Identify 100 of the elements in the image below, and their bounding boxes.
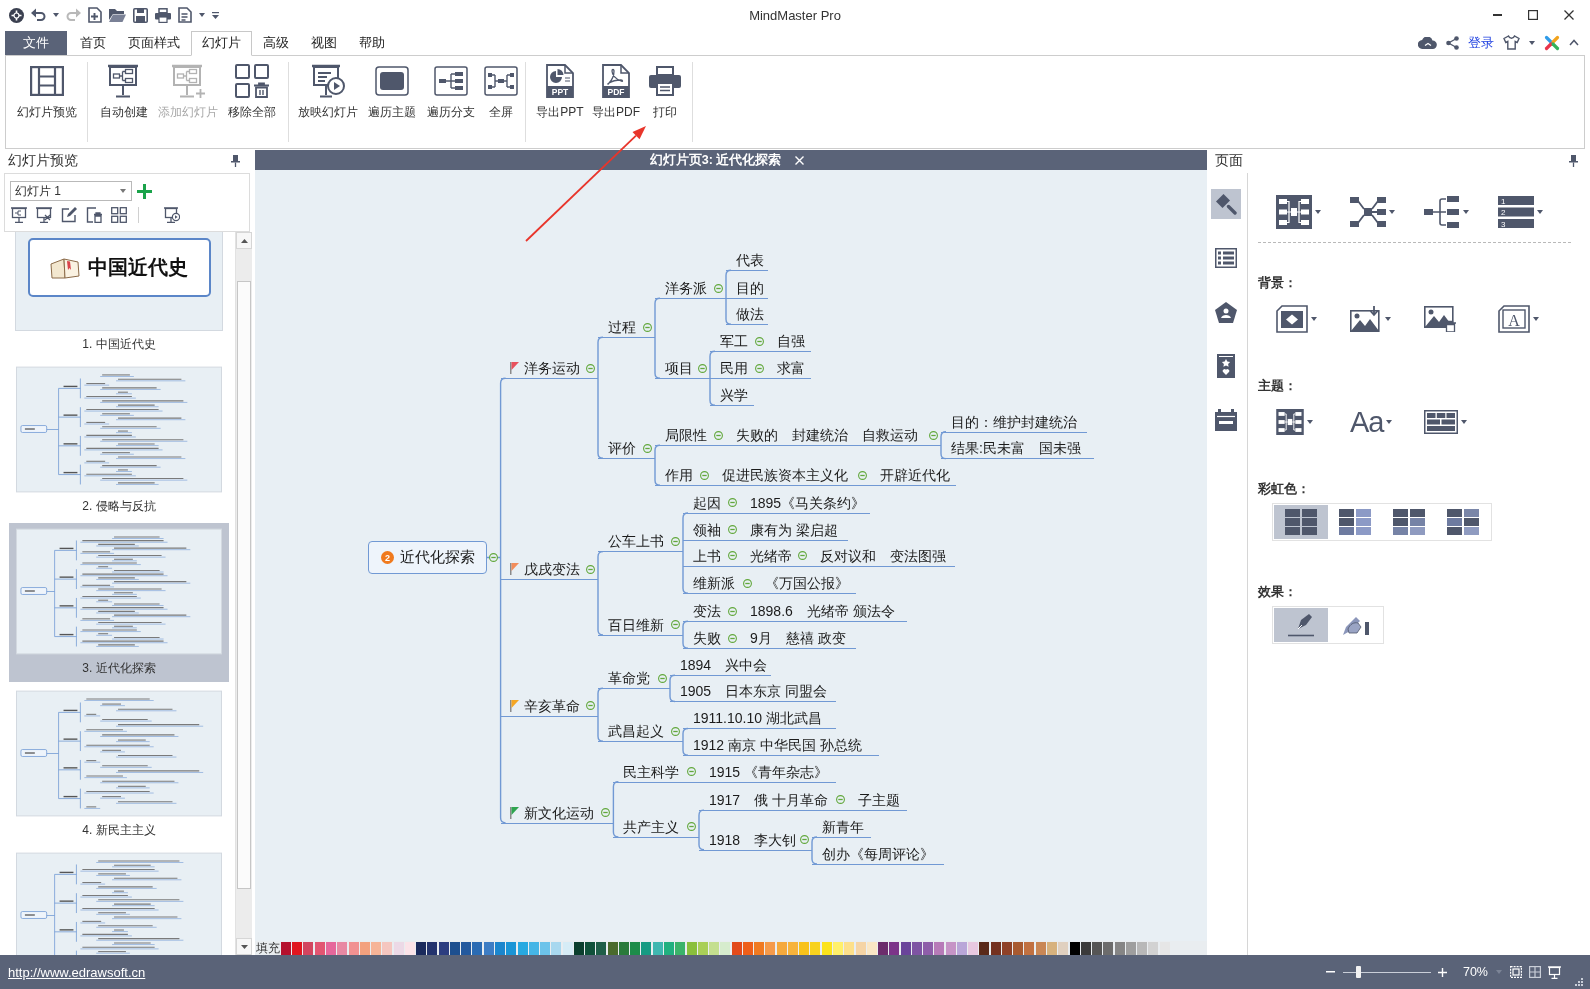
ribbon-tab[interactable]: 高级	[252, 31, 300, 56]
grid-trash-icon[interactable]	[235, 64, 269, 98]
caret-icon[interactable]	[1461, 420, 1467, 424]
collapse-icon[interactable]	[671, 620, 680, 630]
topic[interactable]: 1912 南京 中华民国 孙总统	[683, 735, 879, 756]
caret-icon[interactable]	[1529, 40, 1535, 45]
color-swatch[interactable]	[573, 941, 584, 955]
topic[interactable]: 变法	[683, 601, 740, 622]
color-swatch[interactable]	[483, 941, 494, 955]
collapse-icon[interactable]	[755, 336, 764, 346]
collapse-icon[interactable]	[755, 363, 764, 373]
scroll-down-button[interactable]	[236, 938, 252, 955]
collapse-icon[interactable]	[671, 726, 680, 736]
topic[interactable]: 1917 俄 十月革命	[699, 789, 848, 811]
caret-icon[interactable]	[53, 13, 59, 17]
map-layout-icon[interactable]	[1276, 195, 1312, 229]
collapse-icon[interactable]	[698, 363, 707, 373]
caret-icon[interactable]	[1389, 210, 1395, 214]
shirt-icon[interactable]	[1503, 35, 1520, 50]
easel-play-icon[interactable]	[311, 64, 345, 98]
topic[interactable]: 辛亥革命	[500, 695, 598, 717]
color-swatch[interactable]	[821, 941, 832, 955]
file-menu-button[interactable]: 文件	[5, 31, 67, 55]
topic[interactable]: 局限性	[655, 425, 726, 446]
color-swatch[interactable]	[1080, 941, 1091, 955]
new-file-icon[interactable]	[88, 7, 102, 23]
slide-dropdown[interactable]: 幻灯片 1	[10, 181, 132, 201]
edit-icon[interactable]	[61, 207, 77, 223]
app-logo-icon[interactable]	[9, 7, 24, 23]
color-swatch[interactable]	[754, 941, 765, 955]
scrollbar-thumb[interactable]	[237, 281, 251, 889]
color-swatch[interactable]	[303, 941, 314, 955]
color-swatch[interactable]	[652, 941, 663, 955]
topic[interactable]: 自强	[767, 331, 811, 352]
topic[interactable]: 过程	[598, 317, 655, 338]
color-swatch[interactable]	[911, 941, 922, 955]
caret-icon[interactable]	[1386, 420, 1393, 424]
color-swatch[interactable]	[799, 941, 810, 955]
color-swatch[interactable]	[979, 941, 990, 955]
collapse-icon[interactable]	[728, 525, 737, 535]
color-swatch[interactable]	[866, 941, 877, 955]
color-swatch[interactable]	[292, 941, 303, 955]
ribbon-button[interactable]: PDF 导出PDF	[590, 62, 642, 142]
caret-icon[interactable]	[1315, 210, 1321, 214]
color-swatch[interactable]	[438, 941, 449, 955]
collapse-icon[interactable]	[743, 578, 752, 588]
color-swatch[interactable]	[1148, 941, 1159, 955]
color-swatch[interactable]	[382, 941, 393, 955]
zoom-in-icon[interactable]	[1437, 967, 1447, 977]
collapse-icon[interactable]	[836, 795, 845, 805]
color-swatch[interactable]	[517, 941, 528, 955]
plus-icon[interactable]	[137, 183, 152, 199]
color-swatch[interactable]	[765, 941, 776, 955]
tree-layout-icon[interactable]	[1424, 195, 1460, 229]
collapse-icon[interactable]	[714, 430, 723, 440]
screen-frame-icon[interactable]	[375, 66, 409, 96]
color-swatch[interactable]	[596, 941, 607, 955]
ribbon-button[interactable]: 遍历分支	[421, 62, 481, 142]
color-swatch[interactable]	[956, 941, 967, 955]
color-swatch[interactable]	[449, 941, 460, 955]
color-swatch[interactable]	[697, 941, 708, 955]
topic[interactable]: 康有为 梁启超	[740, 519, 848, 541]
ribbon-button[interactable]: 全屏	[481, 62, 521, 142]
topic[interactable]: 目的：维护封建统治	[941, 411, 1087, 433]
ribbon-button[interactable]: 遍历主题	[363, 62, 421, 142]
text-frame-icon[interactable]: A	[1498, 305, 1530, 333]
pdf-document-icon[interactable]: PDF	[602, 64, 630, 98]
color-swatch[interactable]	[1024, 941, 1035, 955]
layout-button[interactable]: 1 2 3	[1498, 193, 1543, 231]
color-swatch[interactable]	[787, 941, 798, 955]
topic[interactable]: 1894 兴中会	[670, 655, 771, 676]
color-swatch[interactable]	[742, 941, 753, 955]
layout-button[interactable]	[1424, 193, 1469, 231]
slides-panel-icon[interactable]	[29, 66, 64, 96]
color-swatch[interactable]	[889, 941, 900, 955]
topic[interactable]: 1905 日本东京 同盟会	[670, 681, 836, 703]
color-swatch[interactable]	[495, 941, 505, 955]
topic[interactable]: 1918 李大钊	[699, 829, 812, 851]
document-trash-icon[interactable]	[86, 207, 102, 223]
color-swatch[interactable]	[664, 941, 674, 955]
ribbon-tab[interactable]: 帮助	[348, 31, 396, 56]
print-icon[interactable]	[155, 7, 171, 23]
collapse-icon[interactable]	[728, 606, 737, 616]
collapse-icon[interactable]	[728, 633, 737, 643]
close-icon[interactable]	[795, 155, 805, 165]
color-swatch[interactable]	[968, 941, 979, 955]
collapse-icon[interactable]	[601, 808, 611, 818]
topic[interactable]: 项目	[655, 358, 710, 379]
color-swatch[interactable]	[810, 941, 821, 955]
slide-item[interactable]: 中国近代史 1. 中国近代史	[9, 232, 229, 358]
collapse-icon[interactable]	[586, 564, 595, 574]
pin-icon[interactable]	[231, 155, 240, 167]
color-swatch[interactable]	[1092, 941, 1103, 955]
topic[interactable]: 评价	[598, 438, 655, 459]
fullscreen-icon[interactable]	[484, 66, 518, 96]
color-swatch[interactable]	[1001, 941, 1012, 955]
save-icon[interactable]	[133, 7, 148, 23]
topic[interactable]: 1915 《青年杂志》	[699, 761, 836, 783]
color-swatch[interactable]	[348, 941, 359, 955]
topic[interactable]: 领袖	[683, 519, 740, 541]
